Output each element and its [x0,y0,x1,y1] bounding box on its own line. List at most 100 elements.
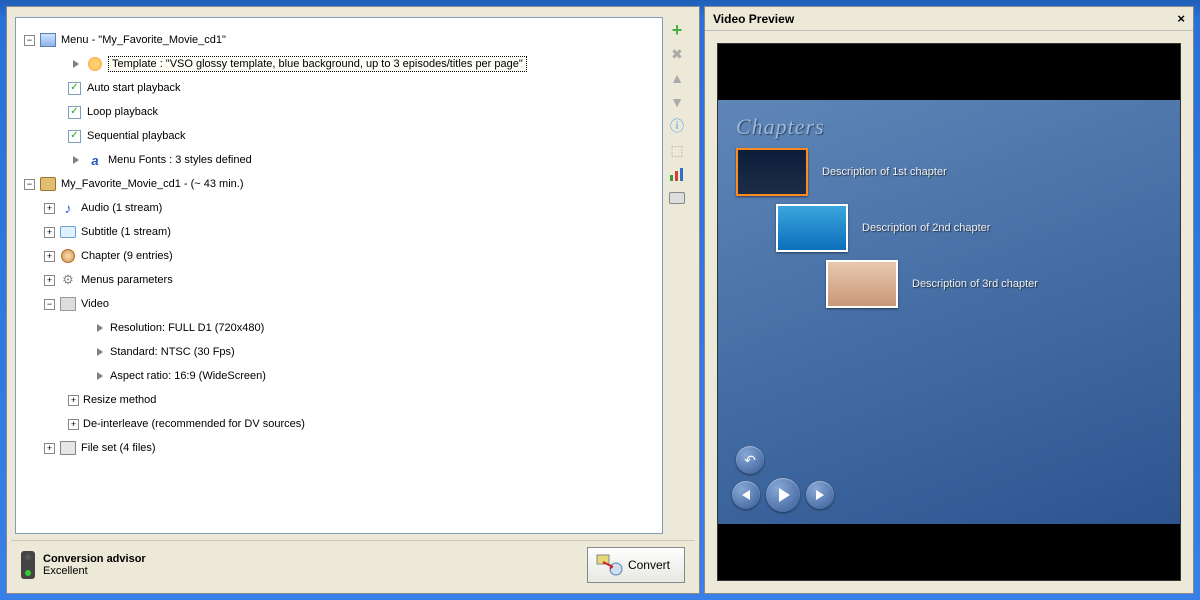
bullet-icon [97,372,103,380]
bullet-icon [73,60,79,68]
tree-node-subtitle[interactable]: + Subtitle (1 stream) [24,220,654,244]
nav-next-icon[interactable] [806,481,834,509]
collapse-icon[interactable]: − [24,35,35,46]
move-up-icon[interactable]: ▲ [668,69,686,87]
bottom-bar: Conversion advisor Excellent Convert [11,540,695,589]
video-preview-panel: Video Preview × Chapters Description of … [704,6,1194,594]
sequential-checkbox[interactable]: ✓ [68,130,81,143]
chapter-item-2[interactable]: Description of 2nd chapter [776,204,1162,252]
template-icon [88,57,102,71]
tree-node-autostart[interactable]: ✓ Auto start playback [24,76,654,100]
chapters-heading: Chapters [736,114,1162,140]
audio-label: Audio (1 stream) [81,202,162,214]
add-icon[interactable]: + [668,21,686,39]
gear-icon: ⚙ [62,272,74,288]
tree-node-standard[interactable]: Standard: NTSC (30 Fps) [24,340,654,364]
aspect-label: Aspect ratio: 16:9 (WideScreen) [110,370,266,382]
chapter-desc-3: Description of 3rd chapter [912,278,1038,290]
tree-node-chapter[interactable]: + Chapter (9 entries) [24,244,654,268]
loop-label: Loop playback [87,106,158,118]
resize-label: Resize method [83,394,156,406]
convert-label: Convert [628,558,670,572]
bullet-icon [97,348,103,356]
tree-node-loop[interactable]: ✓ Loop playback [24,100,654,124]
tree-node-fonts[interactable]: a Menu Fonts : 3 styles defined [24,148,654,172]
chapter-item-1[interactable]: Description of 1st chapter [736,148,1162,196]
collapse-icon[interactable]: − [44,299,55,310]
chapter-label: Chapter (9 entries) [81,250,173,262]
move-down-icon[interactable]: ▼ [668,93,686,111]
stats-icon[interactable] [668,165,686,183]
advisor-status: Excellent [43,565,146,577]
dvd-menu-preview: Chapters Description of 1st chapter Desc… [718,100,1180,524]
left-panel: − Menu - "My_Favorite_Movie_cd1" Templat… [6,6,700,594]
expand-icon[interactable]: + [44,227,55,238]
tree-node-menu[interactable]: − Menu - "My_Favorite_Movie_cd1" [24,28,654,52]
chapter-thumb-2 [776,204,848,252]
autostart-checkbox[interactable]: ✓ [68,82,81,95]
movie-label: My_Favorite_Movie_cd1 - (~ 43 min.) [61,178,243,190]
expand-icon[interactable]: + [44,275,55,286]
advisor-title: Conversion advisor [43,553,146,565]
tree-node-video[interactable]: − Video [24,292,654,316]
preview-area: Chapters Description of 1st chapter Desc… [705,31,1193,593]
collapse-icon[interactable]: − [24,179,35,190]
main-container: − Menu - "My_Favorite_Movie_cd1" Templat… [6,6,1194,594]
merge-icon[interactable]: ⬚ [668,141,686,159]
font-icon: a [91,153,98,168]
fileset-icon [60,441,76,455]
dvd-icon[interactable] [668,189,686,207]
bullet-icon [73,156,79,164]
expand-icon[interactable]: + [68,395,79,406]
nav-back-icon[interactable]: ↶ [736,446,764,474]
project-tree[interactable]: − Menu - "My_Favorite_Movie_cd1" Templat… [15,17,663,534]
expand-icon[interactable]: + [44,443,55,454]
tree-node-template[interactable]: Template : "VSO glossy template, blue ba… [24,52,654,76]
convert-button[interactable]: Convert [587,547,685,583]
tree-node-movie[interactable]: − My_Favorite_Movie_cd1 - (~ 43 min.) [24,172,654,196]
template-label: Template : "VSO glossy template, blue ba… [108,56,527,72]
tree-node-aspect[interactable]: Aspect ratio: 16:9 (WideScreen) [24,364,654,388]
loop-checkbox[interactable]: ✓ [68,106,81,119]
menu-label: Menu - "My_Favorite_Movie_cd1" [61,34,226,46]
tree-node-sequential[interactable]: ✓ Sequential playback [24,124,654,148]
chapter-desc-2: Description of 2nd chapter [862,222,990,234]
preview-title: Video Preview [713,12,794,26]
preview-screen: Chapters Description of 1st chapter Desc… [717,43,1181,581]
tree-node-resize[interactable]: + Resize method [24,388,654,412]
chapter-thumb-3 [826,260,898,308]
close-icon[interactable]: × [1177,11,1185,26]
chapter-icon [61,249,75,263]
traffic-light-icon [21,551,35,579]
chapter-item-3[interactable]: Description of 3rd chapter [826,260,1162,308]
tree-node-audio[interactable]: + ♪ Audio (1 stream) [24,196,654,220]
chapter-desc-1: Description of 1st chapter [822,166,947,178]
nav-prev-icon[interactable] [732,481,760,509]
expand-icon[interactable]: + [44,203,55,214]
deinterleave-label: De-interleave (recommended for DV source… [83,418,305,430]
info-icon[interactable]: ⓘ [668,117,686,135]
expand-icon[interactable]: + [68,419,79,430]
subtitle-label: Subtitle (1 stream) [81,226,171,238]
menus-params-label: Menus parameters [81,274,173,286]
chapter-thumb-1 [736,148,808,196]
tree-node-deinterleave[interactable]: + De-interleave (recommended for DV sour… [24,412,654,436]
tree-area: − Menu - "My_Favorite_Movie_cd1" Templat… [11,11,695,540]
sequential-label: Sequential playback [87,130,185,142]
conversion-advisor: Conversion advisor Excellent [21,551,146,579]
fonts-label: Menu Fonts : 3 styles defined [108,154,252,166]
standard-label: Standard: NTSC (30 Fps) [110,346,235,358]
nav-play-icon[interactable] [766,478,800,512]
fileset-label: File set (4 files) [81,442,156,454]
preview-header: Video Preview × [705,7,1193,31]
tree-node-resolution[interactable]: Resolution: FULL D1 (720x480) [24,316,654,340]
movie-icon [40,177,56,191]
tree-node-menus-params[interactable]: + ⚙ Menus parameters [24,268,654,292]
expand-icon[interactable]: + [44,251,55,262]
subtitle-icon [60,226,76,238]
video-icon [60,297,76,311]
tree-node-fileset[interactable]: + File set (4 files) [24,436,654,460]
resolution-label: Resolution: FULL D1 (720x480) [110,322,264,334]
remove-icon[interactable]: ✖ [668,45,686,63]
autostart-label: Auto start playback [87,82,181,94]
